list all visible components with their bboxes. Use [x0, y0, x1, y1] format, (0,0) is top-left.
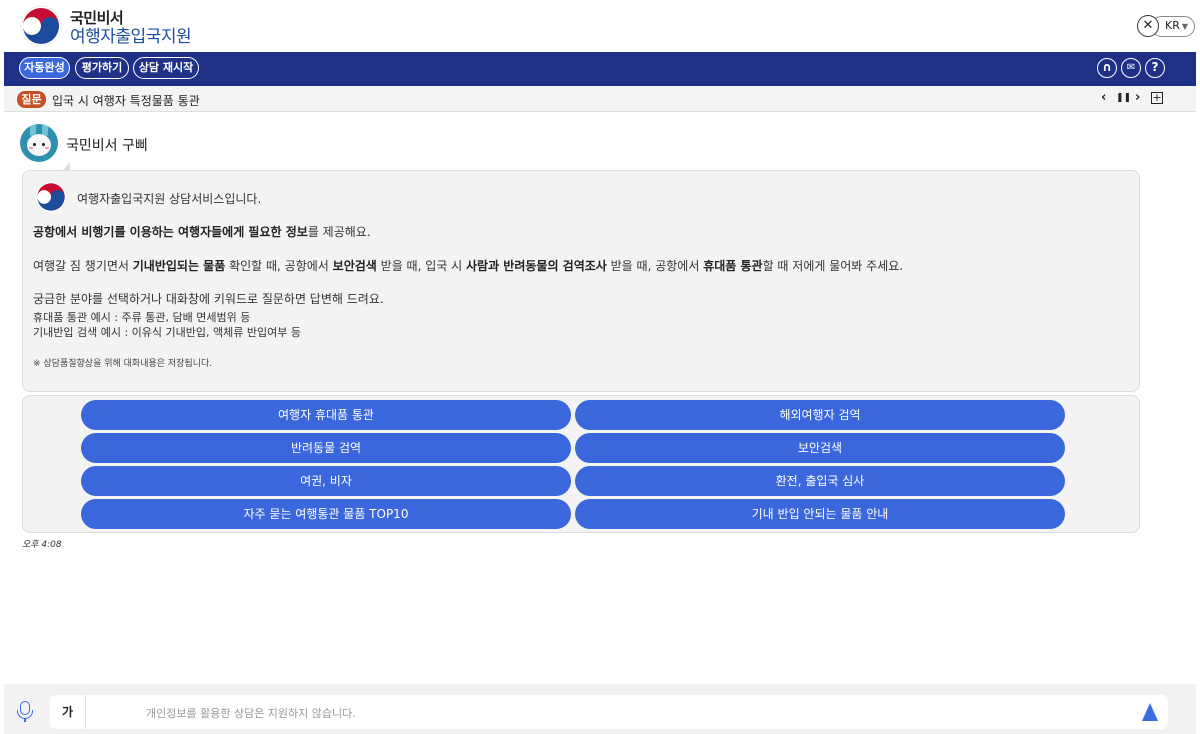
rate-button[interactable]: 평가하기: [75, 57, 129, 79]
menu-security-button[interactable]: 보안검색: [575, 433, 1065, 463]
expand-icon[interactable]: +: [1151, 92, 1163, 104]
language-selector: KR ▼ ✕: [1137, 14, 1195, 38]
mail-icon[interactable]: ✉: [1121, 58, 1141, 78]
cheek-icon: [45, 147, 49, 149]
example-customs: 휴대품 통관 예시 : 주류 통관, 담배 면세범위 등: [33, 311, 251, 324]
bunny-face-icon: [27, 134, 51, 156]
menu-customs-button[interactable]: 여행자 휴대품 통관: [81, 400, 571, 430]
message-bold: 휴대품 통관: [703, 259, 763, 273]
brand-title-main: 여행자출입국지원: [70, 27, 192, 47]
language-value: KR: [1165, 19, 1180, 32]
cheek-icon: [29, 147, 33, 149]
keyboard-toggle[interactable]: 가: [50, 695, 86, 729]
headset-icon[interactable]: ∩: [1097, 58, 1117, 78]
message-line-1: 공항에서 비행기를 이용하는 여행자들에게 필요한 정보를 제공해요.: [33, 223, 371, 240]
bot-name: 국민비서 구삐: [66, 138, 148, 154]
menu-passport-visa-button[interactable]: 여권, 비자: [81, 466, 571, 496]
quick-menu: 여행자 휴대품 통관 해외여행자 검역 반려동물 검역 보안검색 여권, 비자 …: [22, 395, 1140, 533]
restart-button[interactable]: 상담 재시작: [133, 57, 199, 79]
bot-message: 여행자출입국지원 상담서비스입니다. 공항에서 비행기를 이용하는 여행자들에게…: [22, 170, 1140, 392]
message-intro: 여행자출입국지원 상담서비스입니다.: [77, 192, 262, 206]
chevron-down-icon: ▼: [1181, 22, 1189, 31]
message-text: 여행갈 짐 챙기면서: [33, 259, 133, 273]
microphone-leg: [24, 718, 26, 722]
government-logo-icon: [20, 5, 62, 47]
help-icon[interactable]: ?: [1145, 58, 1165, 78]
message-text: 할 때 저에게 물어봐 주세요.: [762, 259, 904, 273]
message-bold: 기내반입되는 물품: [132, 259, 226, 273]
chat-input-placeholder: 개인정보를 활용한 상담은 지원하지 않습니다.: [146, 707, 356, 720]
government-logo-icon: [35, 181, 67, 213]
menu-quarantine-button[interactable]: 해외여행자 검역: [575, 400, 1065, 430]
header: 국민비서 여행자출입국지원 KR ▼ ✕: [0, 0, 1200, 52]
menu-pet-quarantine-button[interactable]: 반려동물 검역: [81, 433, 571, 463]
message-line-3: 궁금한 분야를 선택하거나 대화창에 키워드로 질문하면 답변해 드려요.: [33, 292, 384, 306]
message-text: 받을 때, 입국 시: [376, 259, 466, 273]
storage-notice: ※ 상담품질향상을 위해 대화내용은 저장됩니다.: [33, 359, 213, 369]
menu-prohibited-items-button[interactable]: 기내 반입 안되는 물품 안내: [575, 499, 1065, 529]
autocomplete-button[interactable]: 자동완성: [19, 57, 70, 79]
next-icon[interactable]: ›: [1135, 90, 1140, 105]
question-badge: 질문: [17, 91, 46, 108]
prev-icon[interactable]: ‹: [1101, 90, 1106, 105]
message-bold: 공항에서 비행기를 이용하는 여행자들에게 필요한 정보: [33, 225, 308, 239]
chat-input[interactable]: 가 개인정보를 활용한 상담은 지원하지 않습니다.: [50, 695, 1168, 729]
eye-icon: [42, 143, 45, 146]
toolbar: 자동완성 평가하기 상담 재시작 ∩ ✉ ?: [4, 52, 1196, 86]
message-text: 받을 때, 공항에서: [606, 259, 704, 273]
example-carry-on: 기내반입 검색 예시 : 이유식 기내반입, 액체류 반입여부 등: [33, 326, 301, 339]
send-icon[interactable]: [1142, 703, 1158, 721]
menu-top10-button[interactable]: 자주 묻는 여행통관 물품 TOP10: [81, 499, 571, 529]
message-timestamp: 오후 4:08: [22, 540, 62, 550]
message-text: 확인할 때, 공항에서: [225, 259, 333, 273]
question-text: 입국 시 여행자 특정물품 통관: [52, 94, 200, 108]
message-text: 를 제공해요.: [307, 225, 371, 239]
pause-icon[interactable]: ❚❚: [1116, 93, 1131, 103]
bot-avatar: [20, 124, 58, 162]
input-bar: 가 개인정보를 활용한 상담은 지원하지 않습니다.: [4, 684, 1196, 734]
question-bar: 질문 입국 시 여행자 특정물품 통관 ‹ ❚❚ › +: [4, 86, 1196, 112]
menu-exchange-immigration-button[interactable]: 환전, 출입국 심사: [575, 466, 1065, 496]
eye-icon: [33, 143, 36, 146]
close-icon[interactable]: ✕: [1137, 15, 1159, 37]
message-bold: 사람과 반려동물의 검역조사: [465, 259, 607, 273]
message-bold: 보안검색: [332, 259, 377, 273]
message-line-2: 여행갈 짐 챙기면서 기내반입되는 물품 확인할 때, 공항에서 보안검색 받을…: [33, 257, 903, 274]
